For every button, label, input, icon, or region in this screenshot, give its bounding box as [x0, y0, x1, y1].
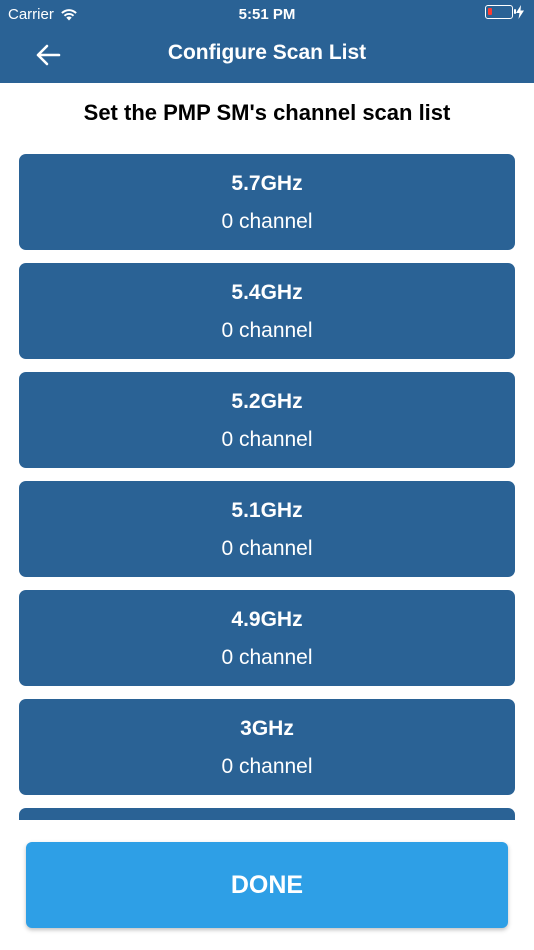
band-frequency: 4.9GHz	[231, 608, 303, 631]
band-frequency: 5.4GHz	[231, 281, 303, 304]
battery-indicator	[485, 5, 524, 19]
band-item-partial[interactable]	[19, 808, 515, 820]
band-item-4.9ghz[interactable]: 4.9GHz 0 channel	[19, 590, 515, 686]
charging-bolt-icon	[516, 5, 524, 19]
band-item-5.1ghz[interactable]: 5.1GHz 0 channel	[19, 481, 515, 577]
band-frequency: 3GHz	[240, 717, 294, 740]
battery-icon	[485, 5, 516, 19]
band-frequency: 5.1GHz	[231, 499, 303, 522]
status-bar: Carrier 5:51 PM	[0, 0, 534, 28]
band-item-3ghz[interactable]: 3GHz 0 channel	[19, 699, 515, 795]
band-list[interactable]: 5.7GHz 0 channel 5.4GHz 0 channel 5.2GHz…	[0, 154, 534, 820]
band-channel-count: 0 channel	[221, 537, 313, 560]
band-frequency: 5.7GHz	[231, 172, 303, 195]
app-header: Carrier 5:51 PM Configure Scan List	[0, 0, 534, 83]
band-channel-count: 0 channel	[221, 210, 313, 233]
band-channel-count: 0 channel	[221, 319, 313, 342]
status-time: 5:51 PM	[238, 6, 296, 23]
band-channel-count: 0 channel	[221, 428, 313, 451]
band-channel-count: 0 channel	[221, 646, 313, 669]
band-channel-count: 0 channel	[221, 755, 313, 778]
band-item-5.7ghz[interactable]: 5.7GHz 0 channel	[19, 154, 515, 250]
battery-level	[488, 8, 492, 15]
page-title: Configure Scan List	[167, 41, 367, 64]
band-item-5.4ghz[interactable]: 5.4GHz 0 channel	[19, 263, 515, 359]
page-subtitle: Set the PMP SM's channel scan list	[83, 100, 451, 125]
band-item-5.2ghz[interactable]: 5.2GHz 0 channel	[19, 372, 515, 468]
done-button[interactable]: DONE	[26, 842, 508, 928]
nav-bar: Configure Scan List	[0, 28, 534, 83]
band-frequency: 5.2GHz	[231, 390, 303, 413]
